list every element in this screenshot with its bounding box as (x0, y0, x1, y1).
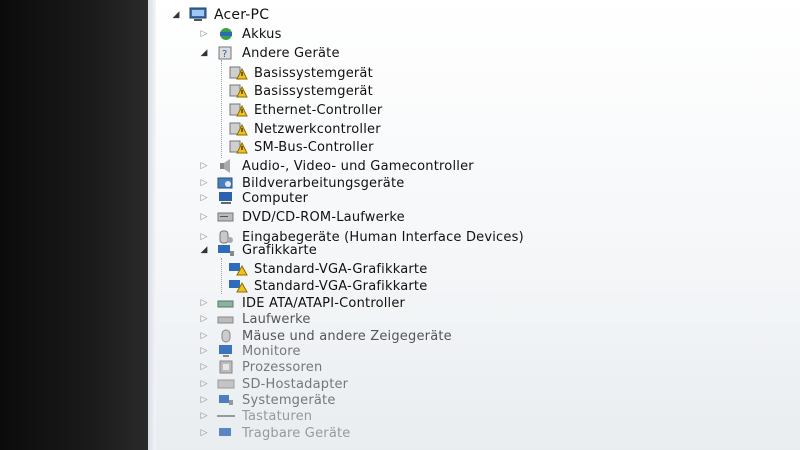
warning-device-icon (228, 65, 248, 81)
expand-arrow-icon[interactable]: ▷ (198, 378, 210, 390)
svg-text:?: ? (222, 49, 227, 60)
tree-item-label: Audio-, Video- und Gamecontroller (242, 158, 474, 174)
tree-item-laufwerke[interactable]: ▷ Laufwerke (198, 310, 311, 328)
tree-root-acer-pc[interactable]: ◢ Acer-PC (170, 6, 269, 24)
tree-child-standard-vga-2[interactable]: Standard-VGA-Grafikkarte (228, 277, 427, 295)
tree-child-ethernet-controller[interactable]: Ethernet-Controller (228, 101, 382, 119)
speaker-icon (216, 158, 236, 174)
tree-item-label: SD-Hostadapter (242, 376, 349, 392)
tree-child-label: Standard-VGA-Grafikkarte (254, 261, 428, 277)
tree-item-label: Laufwerke (242, 311, 311, 327)
tree-child-label: Netzwerkcontroller (254, 121, 381, 137)
tree-item-label: Computer (242, 190, 309, 206)
expand-arrow-icon[interactable]: ▷ (198, 192, 210, 204)
tree-item-dvd[interactable]: ▷ DVD/CD-ROM-Laufwerke (198, 208, 405, 226)
keyboard-icon (216, 408, 236, 424)
tree-child-label: SM-Bus-Controller (254, 139, 374, 155)
warning-device-icon (228, 139, 248, 155)
monitor-bezel (0, 0, 148, 450)
expand-arrow-icon[interactable]: ▷ (198, 313, 210, 325)
disk-drive-icon (216, 311, 236, 327)
tree-item-label: Tastaturen (242, 408, 313, 424)
expand-arrow-icon[interactable]: ▷ (198, 211, 210, 223)
tree-child-standard-vga-1[interactable]: Standard-VGA-Grafikkarte (228, 260, 427, 278)
tree-item-label: IDE ATA/ATAPI-Controller (242, 295, 406, 311)
tree-child-basissystemgeraet-1[interactable]: Basissystemgerät (228, 64, 373, 82)
disc-drive-icon (216, 209, 236, 225)
expand-arrow-icon[interactable]: ▷ (198, 177, 210, 189)
tree-item-grafikkarte[interactable]: ◢ Grafikkarte (198, 241, 317, 259)
tree-item-label: Grafikkarte (242, 242, 318, 258)
tree-item-audio[interactable]: ▷ Audio-, Video- und Gamecontroller (198, 157, 474, 175)
ide-controller-icon (216, 295, 236, 311)
device-manager-window: ◢ Acer-PC ▷ Akkus ◢ ? Andere Geräte Basi… (148, 0, 800, 450)
unknown-device-icon: ? (216, 45, 236, 61)
expand-arrow-icon[interactable]: ▷ (198, 361, 210, 373)
tree-child-basissystemgeraet-2[interactable]: Basissystemgerät (228, 82, 373, 100)
tree-guide-andere (221, 60, 222, 158)
warning-device-icon (228, 102, 248, 118)
collapse-arrow-icon[interactable]: ◢ (198, 47, 210, 59)
expand-arrow-icon[interactable]: ▷ (198, 394, 210, 406)
expand-arrow-icon[interactable]: ▷ (198, 427, 210, 439)
tree-item-label: Tragbare Geräte (242, 425, 351, 441)
tree-item-label: Systemgeräte (242, 392, 336, 408)
portable-device-icon (216, 425, 236, 441)
tree-guide-grafik (221, 258, 222, 294)
tree-item-akkus[interactable]: ▷ Akkus (198, 25, 282, 43)
tree-item-label: Akkus (242, 26, 282, 42)
collapse-arrow-icon[interactable]: ◢ (198, 244, 210, 256)
collapse-arrow-icon[interactable]: ◢ (170, 9, 182, 21)
tree-root-label: Acer-PC (214, 7, 270, 23)
device-tree: ◢ Acer-PC ▷ Akkus ◢ ? Andere Geräte Basi… (148, 0, 800, 450)
tree-item-tastaturen[interactable]: ▷ Tastaturen (198, 407, 313, 425)
expand-arrow-icon[interactable]: ▷ (198, 330, 210, 342)
expand-arrow-icon[interactable]: ▷ (198, 160, 210, 172)
processor-icon (216, 359, 236, 375)
expand-arrow-icon[interactable]: ▷ (198, 410, 210, 422)
display-adapter-icon (216, 242, 236, 258)
computer-icon (188, 7, 208, 23)
warning-device-icon (228, 121, 248, 137)
warning-device-icon (228, 83, 248, 99)
computer-icon (216, 190, 236, 206)
warning-display-adapter-icon (228, 278, 248, 294)
expand-arrow-icon[interactable]: ▷ (198, 28, 210, 40)
tree-item-prozessoren[interactable]: ▷ Prozessoren (198, 358, 323, 376)
sd-adapter-icon (216, 376, 236, 392)
tree-item-label: Monitore (242, 343, 301, 359)
monitor-icon (216, 343, 236, 359)
tree-child-label: Basissystemgerät (254, 83, 373, 99)
tree-child-label: Basissystemgerät (254, 65, 373, 81)
tree-child-label: Ethernet-Controller (254, 102, 383, 118)
tree-item-andere-geraete[interactable]: ◢ ? Andere Geräte (198, 44, 340, 62)
tree-item-label: Prozessoren (242, 359, 323, 375)
tree-item-label: DVD/CD-ROM-Laufwerke (242, 209, 405, 225)
tree-child-sm-bus-controller[interactable]: SM-Bus-Controller (228, 138, 374, 156)
system-device-icon (216, 392, 236, 408)
warning-display-adapter-icon (228, 261, 248, 277)
tree-item-tragbare-geraete[interactable]: ▷ Tragbare Geräte (198, 424, 351, 442)
tree-child-netzwerkcontroller[interactable]: Netzwerkcontroller (228, 120, 381, 138)
expand-arrow-icon[interactable]: ▷ (198, 297, 210, 309)
battery-icon (216, 26, 236, 42)
tree-item-label: Andere Geräte (242, 45, 340, 61)
tree-child-label: Standard-VGA-Grafikkarte (254, 278, 428, 294)
tree-item-computer[interactable]: ▷ Computer (198, 189, 309, 207)
expand-arrow-icon[interactable]: ▷ (198, 345, 210, 357)
